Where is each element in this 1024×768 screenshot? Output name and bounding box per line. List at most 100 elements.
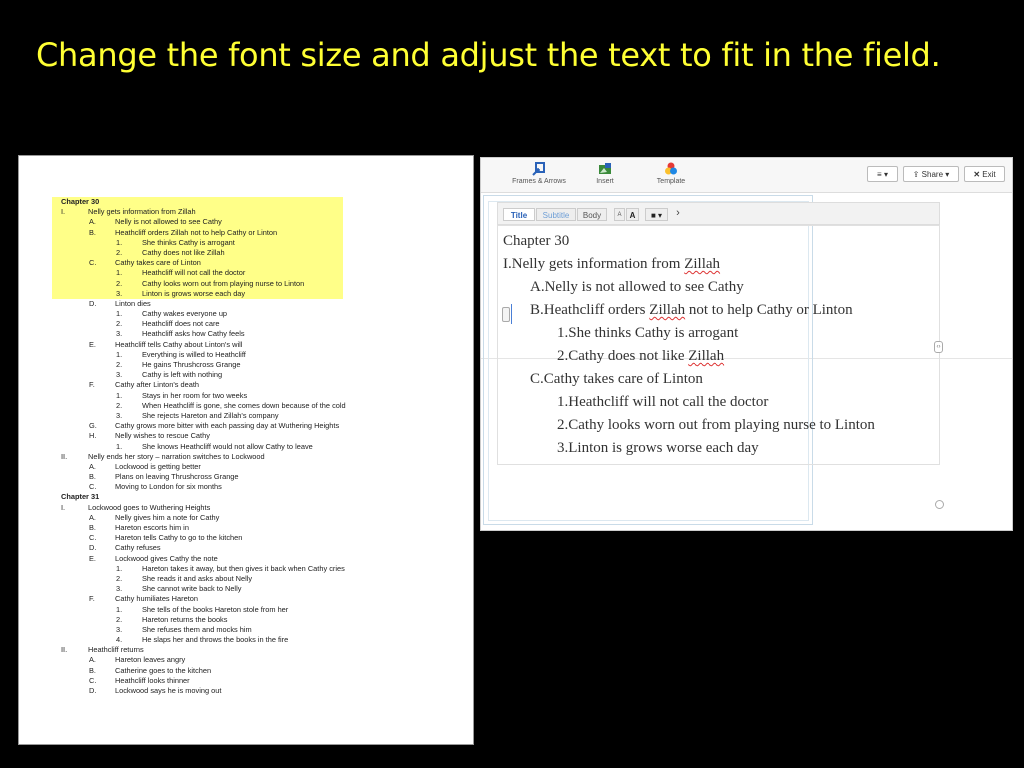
outline-text: Moving to London for six months xyxy=(115,482,222,492)
outline-line: 3. She refuses them and mocks him xyxy=(19,624,473,635)
share-button[interactable]: ⇪ Share ▾ xyxy=(903,166,959,182)
text-segment: 1.She thinks Cathy is arrogant xyxy=(557,325,739,341)
outline-line: 3. Heathcliff asks how Cathy feels xyxy=(19,329,473,339)
outline-text: He gains Thrushcross Grange xyxy=(142,360,241,369)
outline-text: She reads it and asks about Nelly xyxy=(142,573,253,583)
outline-marker: B. xyxy=(89,665,96,675)
outline-line: 2. Heathcliff does not care xyxy=(19,319,473,329)
increase-font-button[interactable]: A xyxy=(626,208,639,221)
outline-marker: D. xyxy=(89,298,97,308)
outline-text: Lockwood goes to Wuthering Heights xyxy=(88,502,211,512)
outline-marker: D. xyxy=(89,543,97,553)
outline-line: A. Nelly is not allowed to see Cathy xyxy=(19,217,473,227)
outline-marker: E. xyxy=(89,339,96,349)
insert-tool[interactable]: Insert xyxy=(570,162,640,185)
slide-title: Change the font size and adjust the text… xyxy=(36,36,941,74)
misspelled-word: Zillah xyxy=(684,256,721,272)
outline-marker: 2. xyxy=(116,360,123,369)
outline-text: Cathy grows more bitter with each passin… xyxy=(115,421,340,431)
outline-line: I. Lockwood goes to Wuthering Heights xyxy=(19,502,473,513)
decrease-font-button[interactable]: A xyxy=(614,208,625,221)
outline-line: A. Lockwood is getting better xyxy=(19,461,473,472)
exit-button[interactable]: ✕ Exit xyxy=(964,166,1005,182)
outline-text: Cathy wakes everyone up xyxy=(142,309,228,319)
outline-marker: B. xyxy=(89,227,96,237)
text-line: Chapter 30 xyxy=(503,233,569,250)
outline-lines: Chapter 30 I. Nelly gets information from … xyxy=(19,197,473,696)
outline-marker: 1. xyxy=(116,563,123,573)
outline-marker: A. xyxy=(89,461,96,471)
outline-line: 3. She rejects Hareton and Zillah's compa… xyxy=(19,411,473,421)
outline-marker: A. xyxy=(89,655,96,665)
outline-text: Catherine goes to the kitchen xyxy=(115,665,212,675)
presentation-editor: Frames & Arrows Insert Template ≡ ▾ ⇪ Sh… xyxy=(480,157,1013,531)
text-segment: 2.Cathy looks worn out from playing nurs… xyxy=(557,417,875,433)
text-line: C.Cathy takes care of Linton xyxy=(530,371,703,388)
outline-text: Cathy takes care of Linton xyxy=(115,258,201,268)
outline-text: She refuses them and mocks him xyxy=(142,624,252,634)
drag-handle-icon[interactable] xyxy=(502,307,510,322)
text-line: 1.Heathcliff will not call the doctor xyxy=(557,394,768,411)
text-segment: B.Heathcliff orders xyxy=(530,302,650,318)
text-segment: 3.Linton is grows worse each day xyxy=(557,440,759,456)
outline-text: Cathy looks worn out from playing nurse … xyxy=(142,278,305,288)
outline-text: Lockwood is getting better xyxy=(115,461,201,471)
outline-text: Nelly gives him a note for Cathy xyxy=(115,512,220,522)
outline-line: 1. Everything is willed to Heathcliff xyxy=(19,349,473,360)
outline-text: Heathcliff will not call the doctor xyxy=(142,268,246,278)
outline-text: He slaps her and throws the books in the… xyxy=(142,635,289,645)
text-field[interactable]: Chapter 30 I.Nelly gets information from … xyxy=(497,225,940,465)
text-segment: I.Nelly gets information from xyxy=(503,256,685,272)
menu-button[interactable]: ≡ ▾ xyxy=(867,166,898,182)
template-icon xyxy=(665,162,677,175)
chevron-right-icon[interactable]: › xyxy=(672,208,684,221)
outline-text: She knows Heathcliff would not allow Cat… xyxy=(142,441,313,451)
outline-marker: 1. xyxy=(116,390,123,400)
subtitle-style-button[interactable]: Subtitle xyxy=(536,208,576,221)
outline-text: Linton dies xyxy=(115,298,151,308)
body-style-button[interactable]: Body xyxy=(577,208,607,221)
outline-line: 1. She knows Heathcliff would not allow C… xyxy=(19,441,473,452)
outline-text: She tells of the books Hareton stole fro… xyxy=(142,604,289,614)
resize-handle-icon[interactable]: ‹› xyxy=(934,341,943,353)
outline-line: II. Heathcliff returns xyxy=(19,645,473,655)
outline-text: She cannot write back to Nelly xyxy=(142,584,242,594)
scale-handle-icon[interactable] xyxy=(935,500,944,509)
outline-text: Everything is willed to Heathcliff xyxy=(142,349,246,359)
editor-canvas[interactable]: Title Subtitle Body A A ■ ▾ › Chapter 30… xyxy=(481,193,1012,530)
outline-line: 2. He gains Thrushcross Grange xyxy=(19,360,473,370)
outline-text: Cathy is left with nothing xyxy=(142,370,223,380)
outline-marker: B. xyxy=(89,472,96,482)
text-segment: C.Cathy takes care of Linton xyxy=(530,371,703,387)
frames-arrows-icon xyxy=(532,162,545,176)
outline-text: Chapter 30 xyxy=(61,197,100,206)
outline-marker: 2. xyxy=(116,400,123,410)
outline-text: Cathy after Linton's death xyxy=(115,380,199,390)
outline-line: 2. Hareton returns the books xyxy=(19,614,473,625)
outline-line: B. Heathcliff orders Zillah not to help C… xyxy=(19,227,473,238)
outline-marker: 3. xyxy=(116,584,123,594)
outline-marker: II. xyxy=(61,645,68,655)
template-tool[interactable]: Template xyxy=(636,162,706,185)
frames-arrows-tool[interactable]: Frames & Arrows xyxy=(504,162,574,185)
outline-marker: A. xyxy=(89,512,96,522)
outline-line: C. Heathcliff looks thinner xyxy=(19,676,473,686)
outline-marker: 3. xyxy=(116,329,123,339)
text-cursor xyxy=(511,304,512,324)
outline-marker: 2. xyxy=(116,247,123,257)
outline-line: D. Cathy refuses xyxy=(19,543,473,553)
outline-marker: 3. xyxy=(116,288,123,298)
outline-text: Hareton leaves angry xyxy=(115,655,186,665)
outline-marker: 1. xyxy=(116,604,123,614)
title-style-button[interactable]: Title xyxy=(503,208,535,221)
outline-line: 1. She tells of the books Hareton stole f… xyxy=(19,604,473,615)
outline-line: E. Lockwood gives Cathy the note xyxy=(19,554,473,564)
editor-toolbar: Frames & Arrows Insert Template ≡ ▾ ⇪ Sh… xyxy=(481,158,1012,193)
text-color-dropdown[interactable]: ■ ▾ xyxy=(645,208,668,221)
outline-marker: 2. xyxy=(116,614,123,624)
outline-text: Stays in her room for two weeks xyxy=(142,390,248,400)
outline-marker: 2. xyxy=(116,573,123,583)
outline-text: Chapter 31 xyxy=(61,492,100,502)
text-segment: 2.Cathy does not like xyxy=(557,348,689,364)
share-label: Share ▾ xyxy=(921,170,950,179)
